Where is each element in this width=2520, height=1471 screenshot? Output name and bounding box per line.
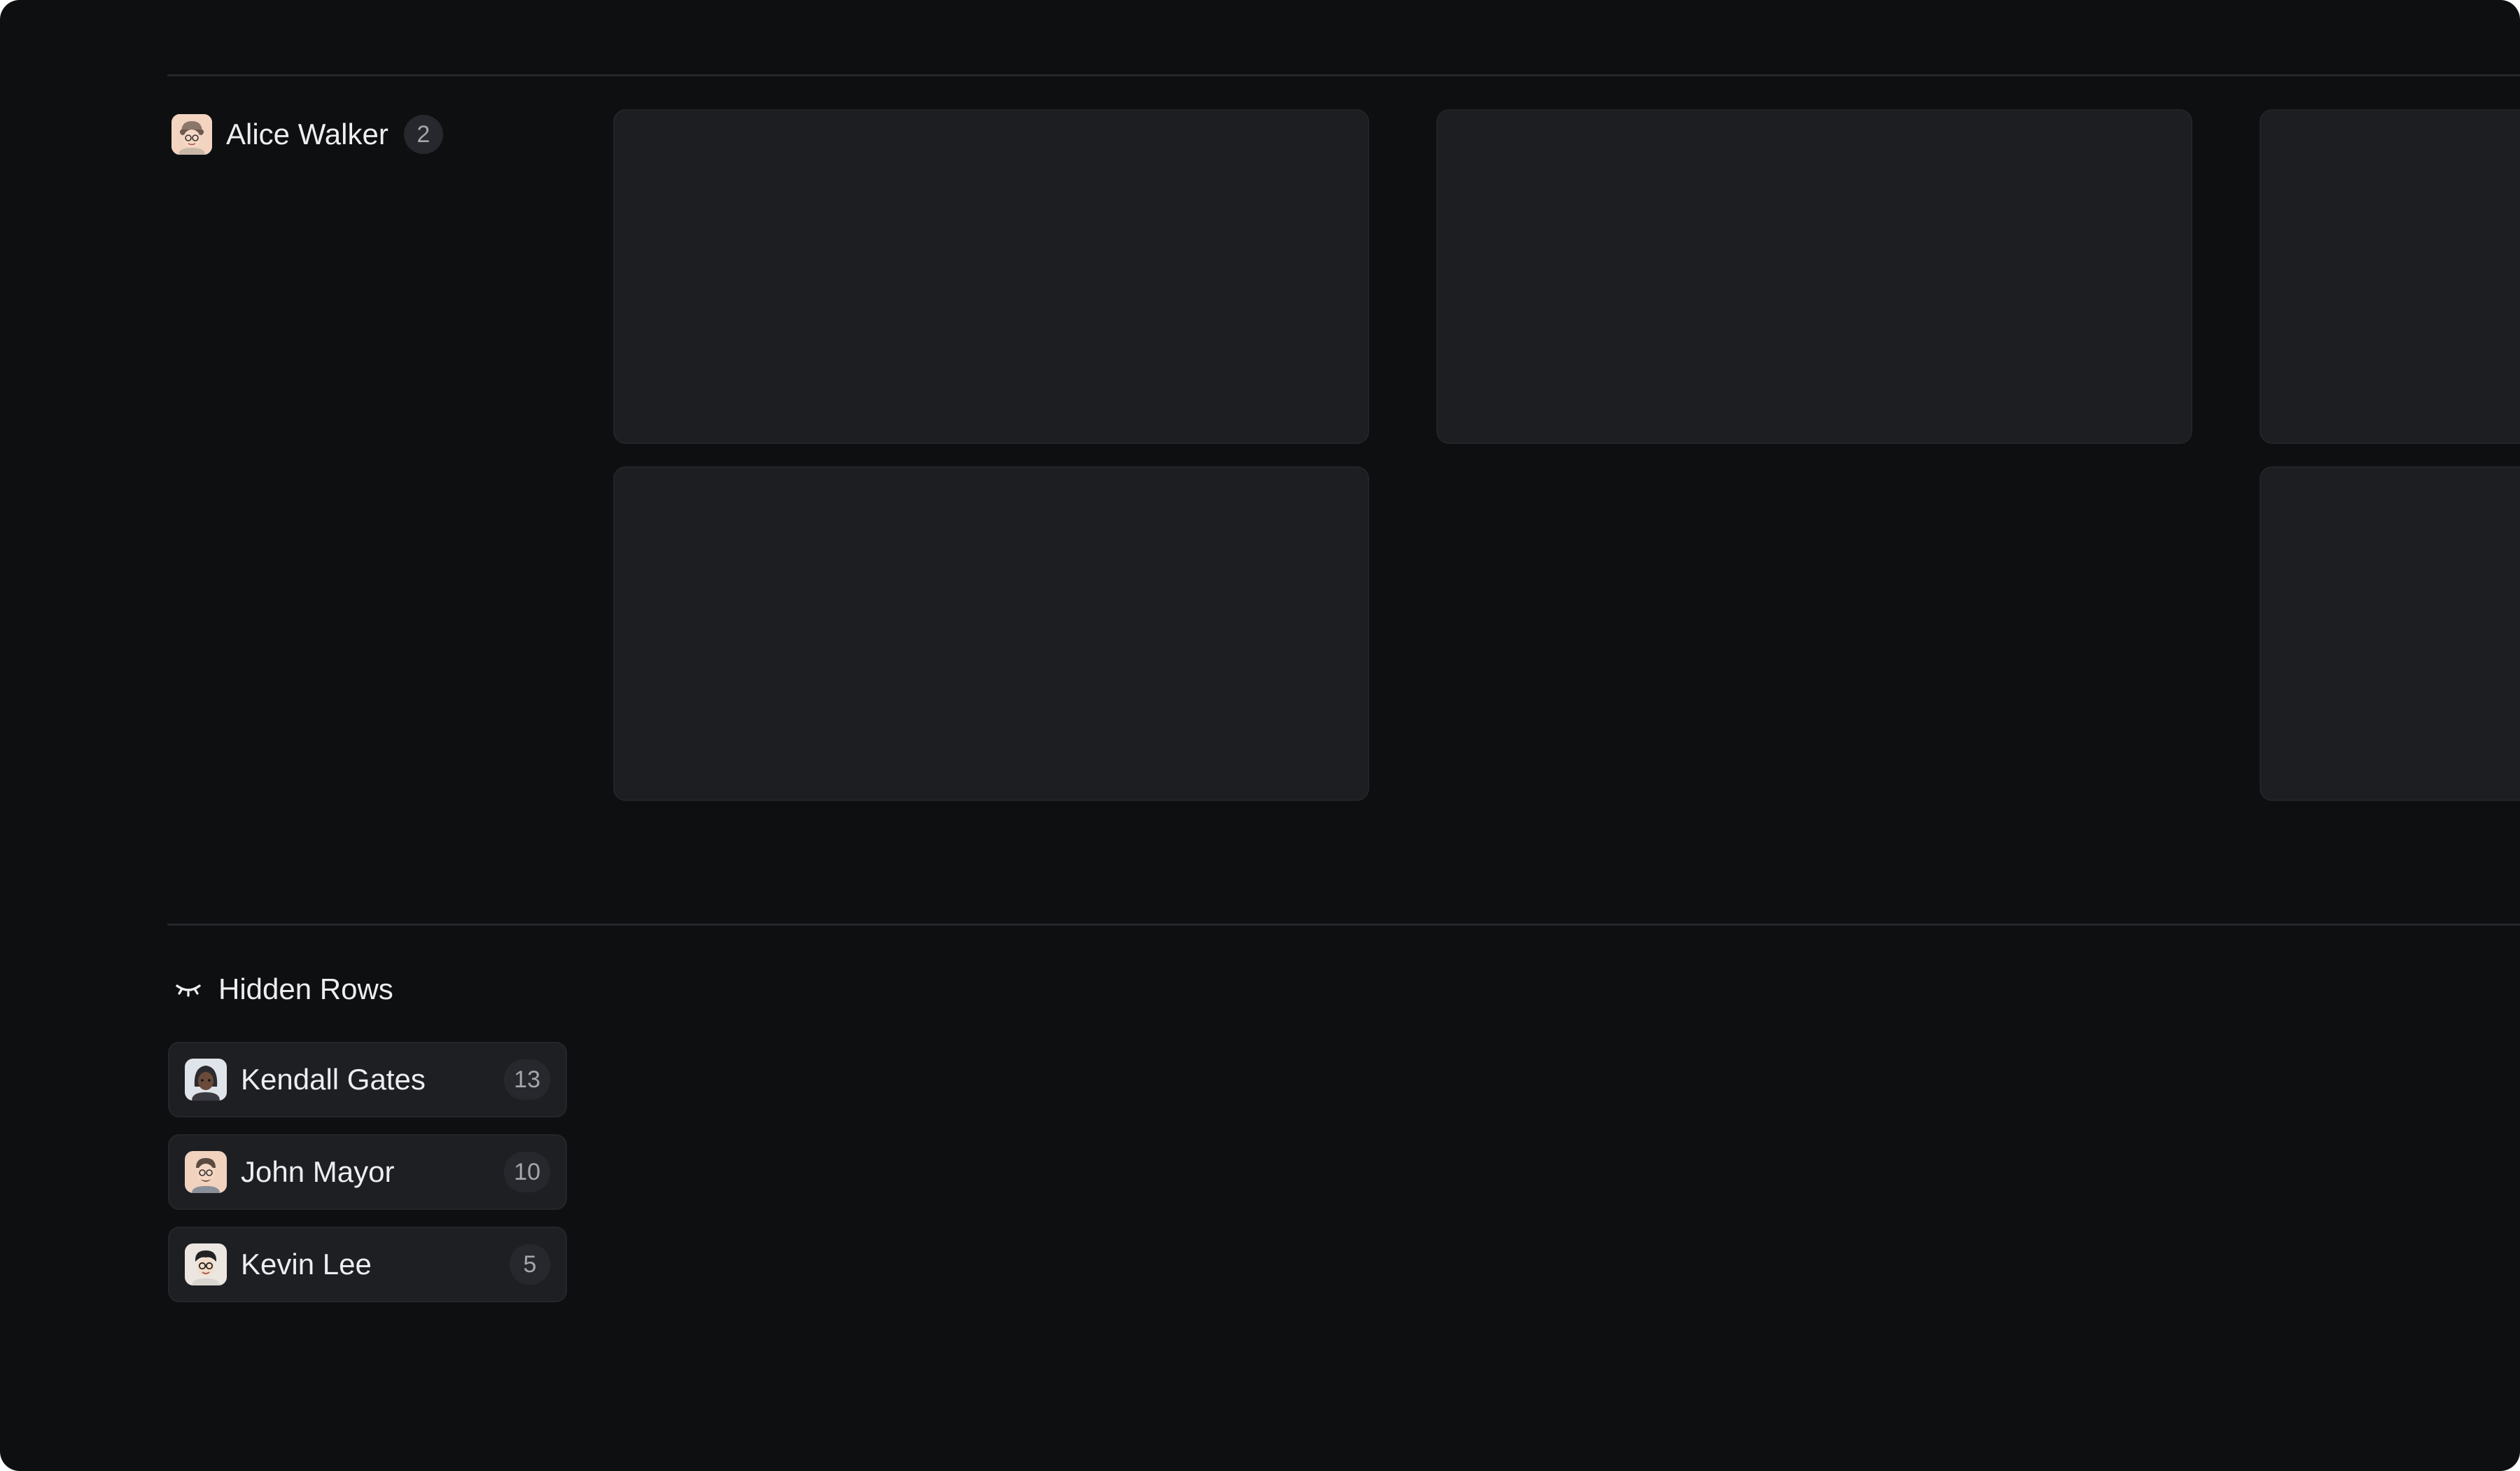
- hidden-row-item[interactable]: Kendall Gates 13: [168, 1042, 567, 1117]
- board-window: Alice Walker 2 Hidden Rows Kendall Gates…: [0, 0, 2520, 1471]
- hidden-row-count: 5: [510, 1244, 550, 1285]
- hidden-rows-divider: [167, 923, 2520, 926]
- board-card[interactable]: [2260, 466, 2520, 801]
- kendall-gates-avatar-icon: [185, 1059, 227, 1101]
- hidden-row-name: Kendall Gates: [241, 1063, 426, 1096]
- group-name: Alice Walker: [226, 118, 388, 151]
- hidden-row-name: John Mayor: [241, 1155, 395, 1188]
- board-card[interactable]: [613, 466, 1369, 801]
- kevin-lee-avatar-icon: [185, 1243, 227, 1285]
- hidden-rows-title: Hidden Rows: [218, 972, 393, 1005]
- hidden-row-count: 10: [504, 1152, 550, 1192]
- board-card[interactable]: [613, 109, 1369, 444]
- hidden-rows-list: Kendall Gates 13 John Mayor 10 Kevin Lee…: [168, 1042, 567, 1319]
- group-count-badge: 2: [403, 115, 443, 154]
- hidden-row-name: Kevin Lee: [241, 1248, 372, 1281]
- hidden-row-item[interactable]: John Mayor 10: [168, 1134, 567, 1210]
- group-divider-top: [167, 74, 2520, 76]
- hidden-rows-header: Hidden Rows: [172, 968, 393, 1010]
- hidden-row-count: 13: [504, 1059, 550, 1100]
- john-mayor-avatar-icon: [185, 1151, 227, 1193]
- board-card[interactable]: [2260, 109, 2520, 444]
- board-card[interactable]: [1436, 109, 2192, 444]
- eye-closed-icon: [176, 984, 201, 997]
- alice-walker-avatar-icon: [172, 114, 212, 155]
- hidden-row-item[interactable]: Kevin Lee 5: [168, 1227, 567, 1302]
- group-header[interactable]: Alice Walker 2: [172, 112, 443, 157]
